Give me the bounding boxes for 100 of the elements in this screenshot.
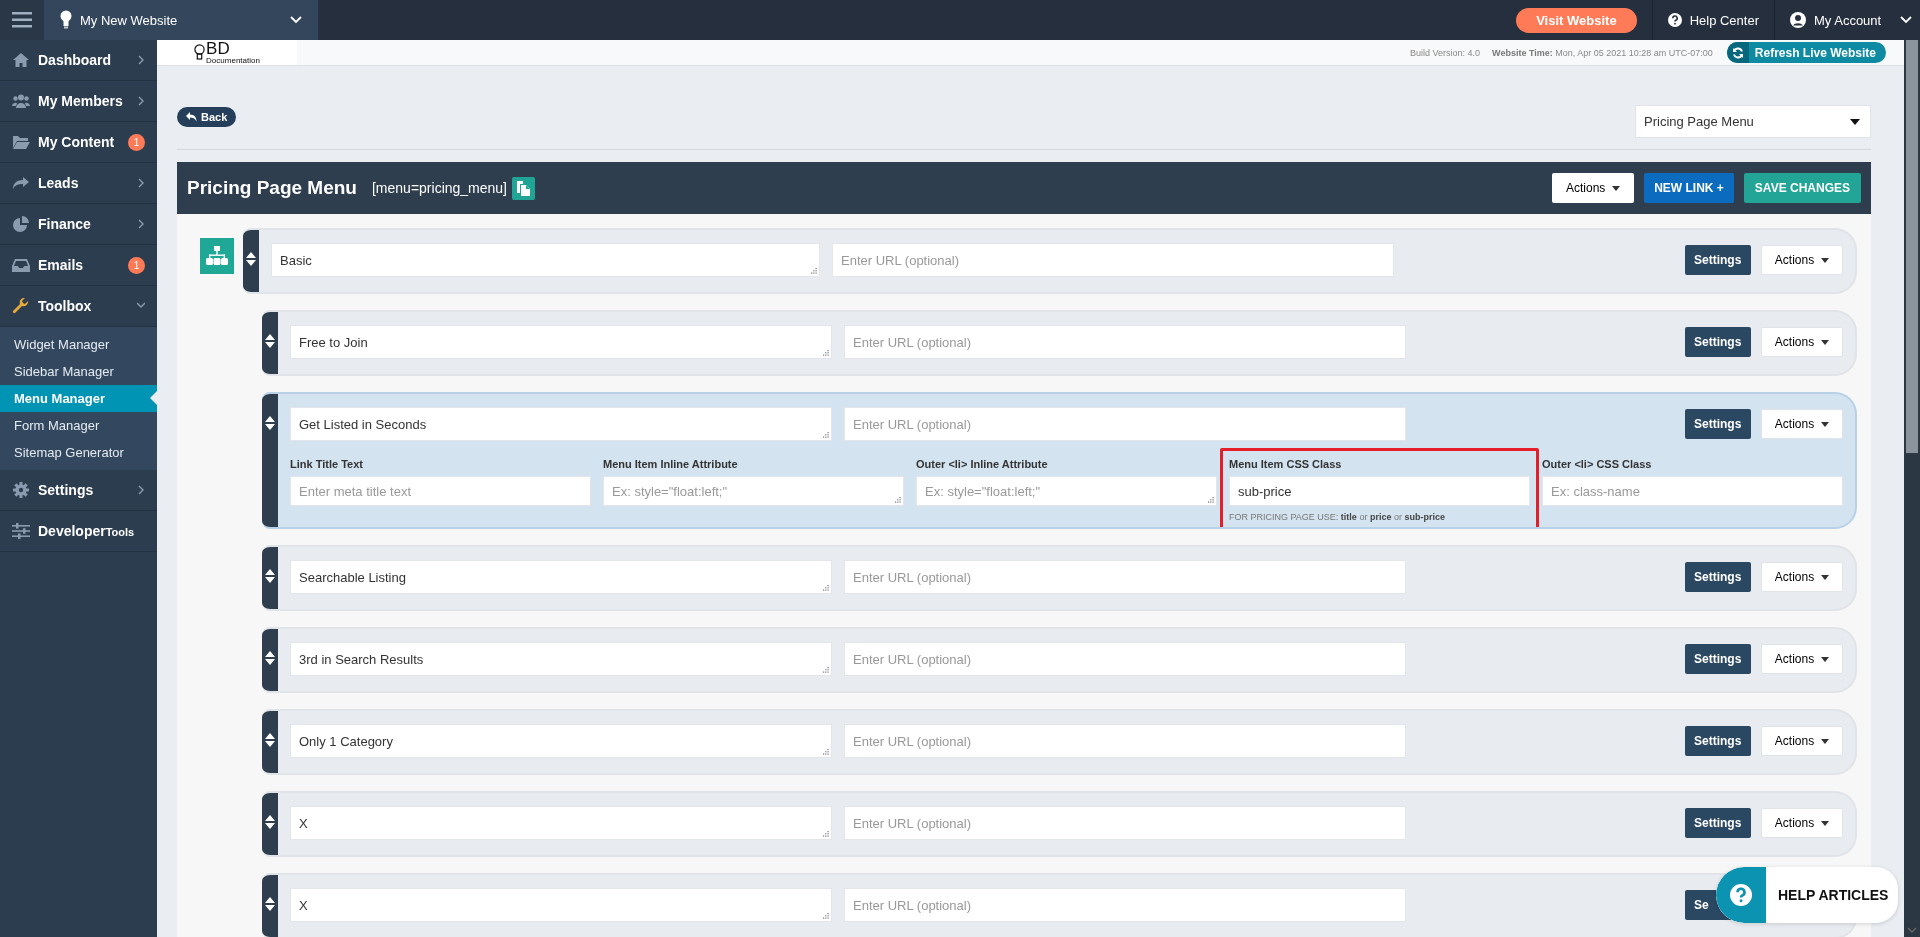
chevron-right-icon bbox=[137, 95, 145, 107]
caret-down-icon bbox=[1821, 738, 1830, 744]
url-field[interactable]: Enter URL (optional) bbox=[844, 642, 1406, 676]
settings-button[interactable]: Settings bbox=[1685, 245, 1751, 275]
drag-handle-icon[interactable] bbox=[265, 897, 275, 911]
resize-grip-icon bbox=[823, 831, 829, 837]
url-field[interactable]: Enter URL (optional) bbox=[844, 806, 1406, 840]
menu-dropdown[interactable]: Pricing Page Menu bbox=[1635, 105, 1871, 138]
drag-handle-icon[interactable] bbox=[265, 815, 275, 829]
field-label: Outer <li> Inline Attribute bbox=[916, 458, 1049, 470]
url-field[interactable]: Enter URL (optional) bbox=[844, 407, 1406, 441]
url-field[interactable]: Enter URL (optional) bbox=[844, 888, 1406, 922]
caret-down-icon bbox=[1821, 339, 1830, 345]
sitemap-icon bbox=[200, 238, 234, 274]
count-badge: 1 bbox=[128, 133, 145, 151]
caret-down-icon bbox=[1850, 118, 1860, 125]
chevron-right-icon bbox=[137, 54, 145, 66]
drag-handle-icon[interactable] bbox=[265, 416, 275, 430]
settings-button[interactable]: Settings bbox=[1685, 808, 1751, 838]
settings-button[interactable]: Settings bbox=[1685, 726, 1751, 756]
field-label: Menu Item Inline Attribute bbox=[603, 458, 739, 470]
drag-handle-icon[interactable] bbox=[246, 252, 256, 266]
lightbulb-icon bbox=[194, 44, 206, 61]
settings-button[interactable]: Settings bbox=[1685, 562, 1751, 592]
inbox-icon bbox=[12, 257, 30, 273]
caret-down-icon bbox=[1821, 656, 1830, 662]
settings-button[interactable]: Settings bbox=[1685, 327, 1751, 357]
refresh-icon bbox=[1731, 46, 1744, 59]
menu-button[interactable] bbox=[0, 0, 44, 40]
submenu-item[interactable]: Sitemap Generator bbox=[0, 439, 157, 466]
title-field[interactable]: Only 1 Category bbox=[290, 724, 832, 758]
logo[interactable]: BD Documentation bbox=[157, 40, 297, 65]
shortcode: [menu=pricing_menu] bbox=[372, 180, 507, 196]
actions-dropdown-button[interactable]: Actions bbox=[1552, 173, 1635, 203]
sidebar-item[interactable]: My Content 1 bbox=[0, 122, 157, 163]
input-field[interactable]: Ex: class-name bbox=[1542, 476, 1843, 506]
title-field[interactable]: Searchable Listing bbox=[290, 560, 832, 594]
actions-dropdown-button[interactable]: Actions bbox=[1761, 644, 1843, 674]
help-articles-popup[interactable]: HELP ARTICLES bbox=[1716, 867, 1898, 923]
url-field[interactable]: Enter URL (optional) bbox=[844, 560, 1406, 594]
gear-icon bbox=[12, 482, 30, 498]
actions-dropdown-button[interactable]: Actions bbox=[1761, 808, 1843, 838]
submenu-item[interactable]: Sidebar Manager bbox=[0, 358, 157, 385]
text-area[interactable]: Ex: style="float:left;" bbox=[916, 476, 1217, 506]
count-badge: 1 bbox=[128, 256, 145, 274]
menu-icon bbox=[12, 12, 32, 28]
sidebar-item[interactable]: Emails 1 bbox=[0, 245, 157, 286]
title-field[interactable]: 3rd in Search Results bbox=[290, 642, 832, 676]
text-area[interactable]: Ex: style="float:left;" bbox=[603, 476, 904, 506]
drag-handle-icon[interactable] bbox=[265, 651, 275, 665]
resize-grip-icon bbox=[823, 913, 829, 919]
url-field[interactable]: Enter URL (optional) bbox=[844, 325, 1406, 359]
actions-dropdown-button[interactable]: Actions bbox=[1761, 726, 1843, 756]
back-arrow-icon bbox=[186, 112, 197, 122]
title-field[interactable]: Free to Join bbox=[290, 325, 832, 359]
caret-down-icon bbox=[1821, 820, 1830, 826]
actions-dropdown-button[interactable]: Actions bbox=[1761, 562, 1843, 592]
title-field[interactable]: Get Listed in Seconds bbox=[290, 407, 832, 441]
chevron-down-icon bbox=[1900, 16, 1912, 24]
resize-grip-icon bbox=[811, 268, 817, 274]
settings-button[interactable]: Settings bbox=[1685, 644, 1751, 674]
help-icon bbox=[1667, 13, 1682, 27]
title-field[interactable]: Basic bbox=[271, 243, 820, 277]
drag-handle-icon[interactable] bbox=[265, 334, 275, 348]
help-icon bbox=[1730, 884, 1752, 906]
copy-button[interactable] bbox=[512, 176, 535, 200]
user-avatar-icon bbox=[1790, 12, 1806, 28]
new-link-button[interactable]: NEW LINK + bbox=[1644, 173, 1734, 203]
chevron-right-icon bbox=[137, 484, 145, 496]
back-button[interactable]: Back bbox=[177, 107, 237, 127]
submenu-item[interactable]: Menu Manager bbox=[0, 385, 157, 412]
users-icon bbox=[12, 93, 30, 109]
scrollbar[interactable] bbox=[1904, 40, 1920, 937]
actions-dropdown-button[interactable]: Actions bbox=[1761, 327, 1843, 357]
field-label: Menu Item CSS Class bbox=[1229, 458, 1343, 470]
url-field[interactable]: Enter URL (optional) bbox=[844, 724, 1406, 758]
actions-dropdown-button[interactable]: Actions bbox=[1761, 409, 1843, 439]
resize-grip-icon bbox=[895, 497, 901, 503]
title-field[interactable]: X bbox=[290, 806, 832, 840]
input-field[interactable]: sub-price bbox=[1229, 476, 1530, 506]
drag-handle-icon[interactable] bbox=[265, 733, 275, 747]
refresh-live-website-button[interactable]: Refresh Live Website bbox=[1726, 42, 1886, 63]
panel-title: Pricing Page Menu bbox=[187, 177, 357, 199]
title-field[interactable]: X bbox=[290, 888, 832, 922]
submenu-item[interactable]: Form Manager bbox=[0, 412, 157, 439]
input-field[interactable]: Enter meta title text bbox=[290, 476, 591, 506]
drag-handle-icon[interactable] bbox=[265, 569, 275, 583]
chevron-down-icon bbox=[290, 16, 302, 24]
website-selector[interactable]: My New Website bbox=[44, 0, 318, 40]
settings-button[interactable]: Settings bbox=[1685, 409, 1751, 439]
resize-grip-icon bbox=[823, 432, 829, 438]
caret-down-icon bbox=[1821, 574, 1830, 580]
resize-grip-icon bbox=[823, 667, 829, 673]
url-field[interactable]: Enter URL (optional) bbox=[832, 243, 1394, 277]
chevron-right-icon bbox=[137, 177, 145, 189]
copy-icon bbox=[517, 180, 530, 196]
actions-dropdown-button[interactable]: Actions bbox=[1761, 245, 1843, 275]
submenu-item[interactable]: Widget Manager bbox=[0, 331, 157, 358]
caret-down-icon bbox=[1612, 185, 1621, 191]
chevron-right-icon bbox=[137, 218, 145, 230]
